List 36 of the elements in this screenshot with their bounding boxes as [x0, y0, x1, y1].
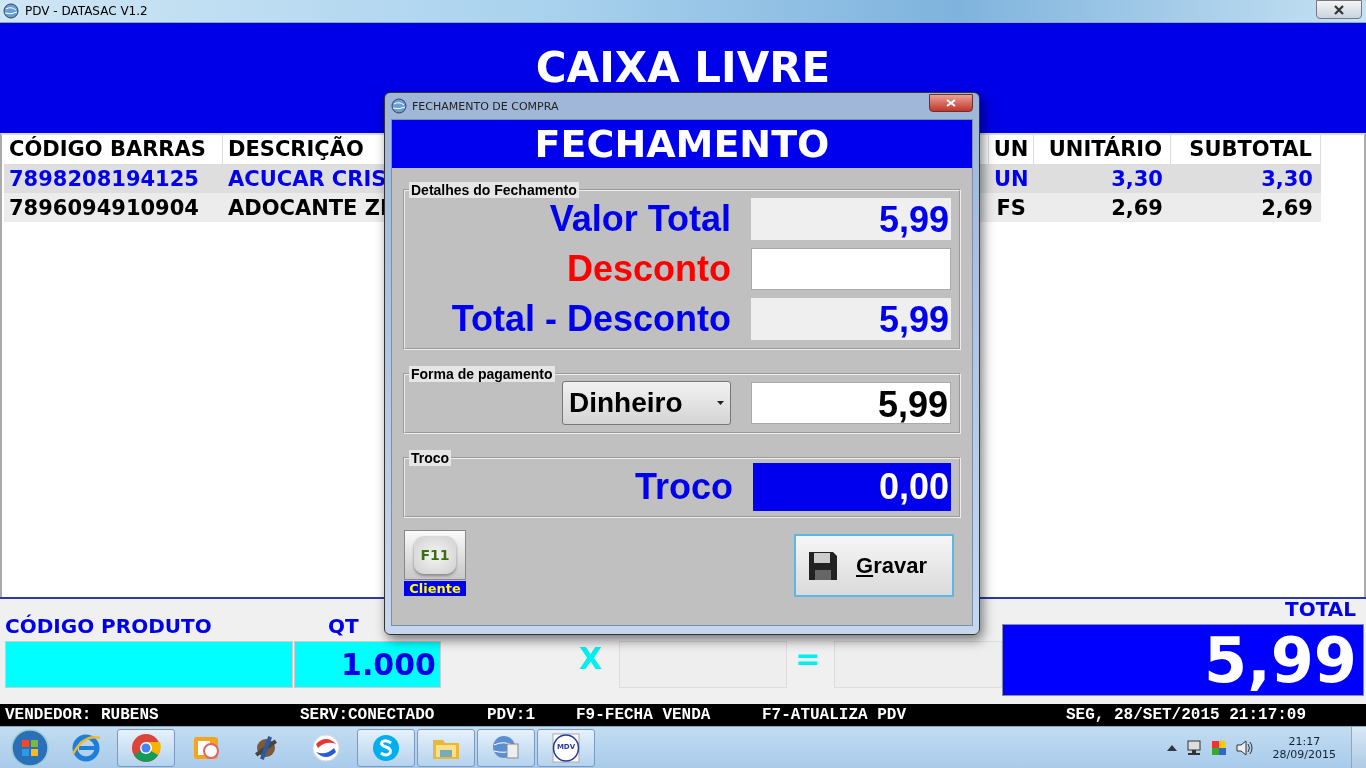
- status-text: F9-FECHA VENDA: [576, 706, 712, 724]
- status-text: VENDEDOR: RUBENS: [5, 706, 160, 724]
- table-cell: 3,30: [1261, 166, 1313, 191]
- equals-sign: =: [795, 641, 821, 678]
- table-cell: FS: [996, 195, 1026, 220]
- client-label: Cliente: [404, 581, 466, 596]
- quantity-label: QT: [327, 613, 360, 640]
- status-text: SERV:CONECTADO: [300, 706, 436, 724]
- window-title: PDV - DATASAC V1.2: [25, 4, 148, 18]
- field-label: Total - Desconto: [451, 298, 731, 340]
- clock-date: 28/09/2015: [1272, 747, 1336, 761]
- table-cell: 2,69: [1111, 195, 1163, 220]
- group-label: Forma de pagamento: [409, 366, 555, 382]
- change-field: 0,00: [753, 463, 951, 511]
- group-label: Detalhes do Fechamento: [409, 182, 579, 198]
- total-label: TOTAL: [1285, 599, 1357, 623]
- status-text: F7-ATUALIZA PDV: [762, 706, 908, 724]
- table-cell: 2,69: [1261, 195, 1313, 220]
- total-display: 5,99: [1002, 624, 1364, 696]
- group-label: Troco: [409, 450, 452, 466]
- dialog-title: FECHAMENTO DE COMPRA: [412, 99, 559, 113]
- banner-title: CAIXA LIVRE: [535, 45, 831, 91]
- value-field: 5,99: [751, 198, 951, 240]
- table-cell: 7896094910904: [9, 195, 199, 220]
- field-label: Troco: [635, 466, 733, 508]
- table-cell: UN: [994, 166, 1029, 191]
- status-text: PDV:1: [487, 706, 536, 724]
- clock-time: 21:17: [1288, 734, 1321, 748]
- table-cell: 7898208194125: [9, 166, 199, 191]
- value-field: 5,99: [751, 298, 951, 340]
- multiply-sign: X: [578, 641, 602, 678]
- status-text: SEG, 28/SET/2015 21:17:09: [1066, 706, 1308, 724]
- product-code-label: CÓDIGO PRODUTO: [5, 613, 213, 640]
- table-cell: 3,30: [1111, 166, 1163, 191]
- table-cell: ACUCAR CRIS: [228, 166, 387, 191]
- field-label: Desconto: [566, 248, 731, 290]
